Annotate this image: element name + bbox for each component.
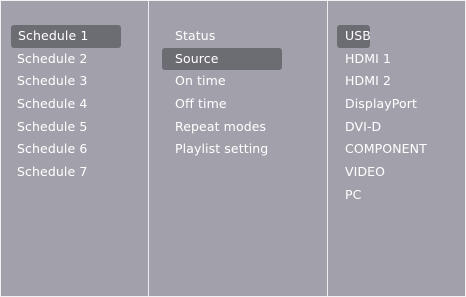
schedule-item-6[interactable]: Schedule 6: [1, 138, 147, 161]
schedule-list: Schedule 1 Schedule 2 Schedule 3 Schedul…: [1, 1, 147, 184]
schedule-settings-panel: Status Source On time Off time Repeat mo…: [149, 1, 326, 296]
setting-repeat-modes[interactable]: Repeat modes: [149, 116, 326, 139]
source-option-displayport[interactable]: DisplayPort: [328, 93, 464, 116]
setting-source[interactable]: Source: [162, 47, 282, 71]
source-option-component[interactable]: COMPONENT: [328, 138, 464, 161]
source-option-pc[interactable]: PC: [328, 184, 464, 207]
schedule-item-7[interactable]: Schedule 7: [1, 161, 147, 184]
setting-playlist[interactable]: Playlist setting: [149, 138, 326, 161]
source-list: USB HDMI 1 HDMI 2 DisplayPort DVI-D COMP…: [328, 1, 464, 207]
schedule-item-4[interactable]: Schedule 4: [1, 93, 147, 116]
source-option-dvi-d[interactable]: DVI-D: [328, 116, 464, 139]
setting-off-time[interactable]: Off time: [149, 93, 326, 116]
schedule-item-2[interactable]: Schedule 2: [1, 48, 147, 71]
source-option-hdmi-2[interactable]: HDMI 2: [328, 70, 464, 93]
setting-on-time[interactable]: On time: [149, 70, 326, 93]
source-options-panel: USB HDMI 1 HDMI 2 DisplayPort DVI-D COMP…: [328, 1, 464, 296]
schedule-item-5[interactable]: Schedule 5: [1, 116, 147, 139]
schedule-item-1[interactable]: Schedule 1: [11, 25, 121, 48]
settings-list: Status Source On time Off time Repeat mo…: [149, 1, 326, 161]
source-option-video[interactable]: VIDEO: [328, 161, 464, 184]
source-option-hdmi-1[interactable]: HDMI 1: [328, 48, 464, 71]
schedule-item-3[interactable]: Schedule 3: [1, 70, 147, 93]
source-option-usb[interactable]: USB: [337, 25, 371, 48]
schedule-list-panel: Schedule 1 Schedule 2 Schedule 3 Schedul…: [1, 1, 147, 296]
setting-status[interactable]: Status: [149, 25, 326, 48]
